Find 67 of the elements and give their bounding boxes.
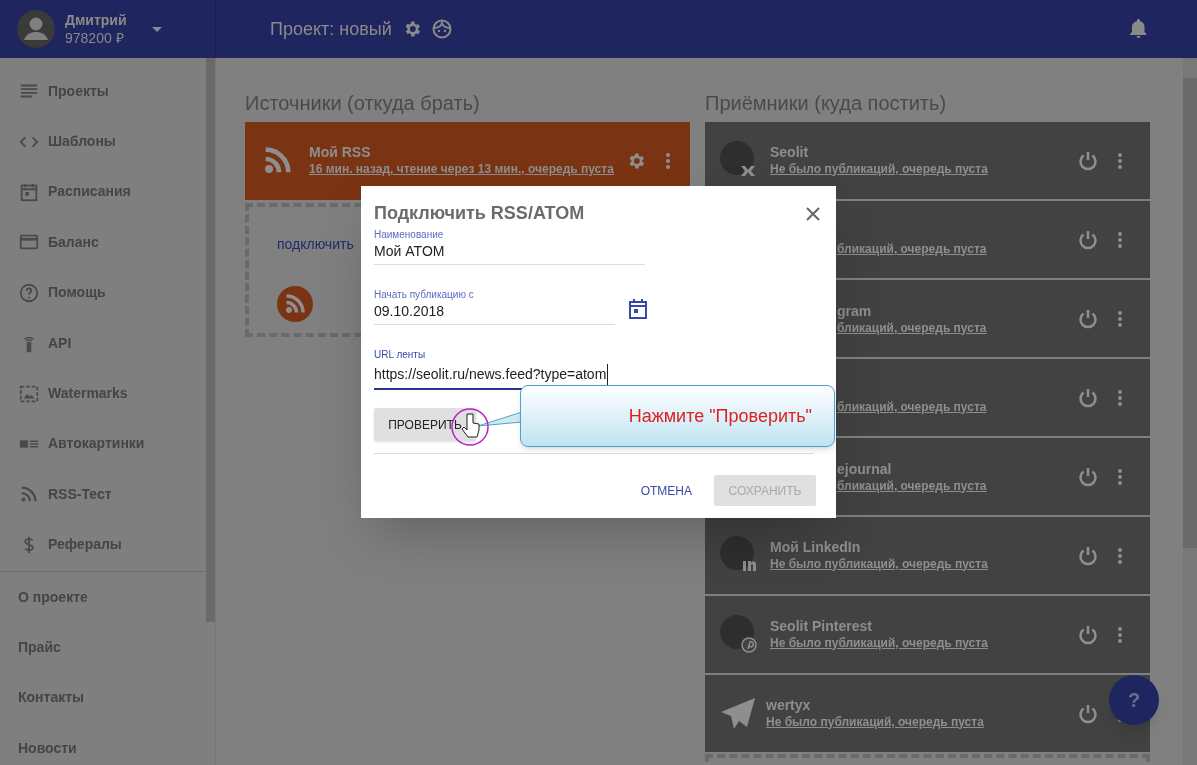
- sidebar-link[interactable]: Контакты: [0, 672, 205, 724]
- more-icon[interactable]: [1118, 152, 1122, 169]
- input-field[interactable]: Наименование Мой ATOM: [374, 229, 645, 265]
- receiver-status-link[interactable]: Не было публикаций, очередь пуста: [770, 555, 988, 573]
- source-title: Мой RSS: [309, 144, 372, 161]
- dialog-title: Подключить RSS/ATOM: [374, 202, 585, 225]
- receiver-status-link[interactable]: бликаций, очередь пуста: [837, 240, 987, 258]
- receiver-name: Seolit: [770, 143, 810, 161]
- scrollbar-thumb[interactable]: [206, 58, 215, 622]
- receiver-status-link[interactable]: Не было публикаций, очередь пуста: [770, 160, 988, 178]
- project-title: Проект: новый: [270, 17, 392, 41]
- sidebar-item[interactable]: Помощь: [0, 267, 205, 318]
- more-icon[interactable]: [666, 153, 670, 169]
- power-icon[interactable]: [1078, 466, 1098, 487]
- user-name: Дмитрий: [65, 11, 127, 29]
- sidebar-item[interactable]: Шаблоны: [0, 116, 205, 167]
- user-balance: 978200 ₽: [65, 29, 125, 47]
- sidebar-item[interactable]: Баланс: [0, 217, 205, 268]
- receiver-status-link[interactable]: бликаций, очередь пуста: [837, 477, 987, 495]
- receiver-card[interactable]: Seolit Не было публикаций, очередь пуста: [705, 122, 1150, 199]
- face-icon[interactable]: [431, 19, 452, 39]
- receiver-name: gram: [837, 302, 873, 320]
- help-icon: [18, 281, 40, 304]
- input-field[interactable]: Начать публикацию с 09.10.2018: [374, 289, 615, 325]
- sidebar-item[interactable]: Автокартинки: [0, 418, 205, 470]
- receiver-status-link[interactable]: бликаций, очередь пуста: [837, 319, 987, 337]
- power-icon[interactable]: [1078, 624, 1098, 645]
- sidebar-item[interactable]: RSS-Тест: [0, 469, 205, 520]
- more-icon[interactable]: [1118, 468, 1122, 485]
- receiver-name: Мой LinkedIn: [770, 538, 862, 556]
- sidebar-item[interactable]: Расписания: [0, 166, 205, 218]
- power-icon[interactable]: [1078, 308, 1098, 329]
- receiver-name: ejournal: [837, 460, 893, 478]
- receiver-status-link[interactable]: Не было публикаций, очередь пуста: [766, 713, 984, 731]
- sidebar-link[interactable]: Прайс: [0, 622, 205, 673]
- power-icon[interactable]: [1078, 229, 1098, 250]
- receiver-status-link[interactable]: Не было публикаций, очередь пуста: [770, 634, 988, 652]
- receiver-name: Seolit Pinterest: [770, 617, 873, 635]
- sidebar-item[interactable]: Рефералы: [0, 519, 205, 570]
- receiver-card[interactable]: Seolit Pinterest Не было публикаций, очередь пуста: [705, 596, 1150, 673]
- connect-link[interactable]: подключить: [277, 236, 354, 252]
- receiver-card[interactable]: Мой LinkedIn Не было публикаций, очередь пуста: [705, 517, 1150, 594]
- more-icon[interactable]: [1118, 389, 1122, 406]
- power-icon[interactable]: [1078, 150, 1098, 171]
- source-status-link[interactable]: 16 мин. назад, чтение через 13 мин., очередь пуста: [309, 161, 626, 178]
- close-icon[interactable]: [806, 206, 820, 221]
- more-icon[interactable]: [1118, 310, 1122, 327]
- receiver-status-link[interactable]: бликаций, очередь пуста: [837, 398, 987, 416]
- sidebar-link[interactable]: О проекте: [0, 571, 205, 623]
- calendar-icon[interactable]: [629, 299, 647, 319]
- cancel-button[interactable]: ОТМЕНА: [638, 481, 694, 500]
- more-icon[interactable]: [1118, 626, 1122, 643]
- receiver-name: wertyx: [766, 696, 812, 714]
- sidebar-item[interactable]: API: [0, 317, 205, 369]
- power-icon[interactable]: [1078, 387, 1098, 408]
- bell-icon[interactable]: [1130, 19, 1147, 39]
- power-icon[interactable]: [1078, 545, 1098, 566]
- avatar-icon[interactable]: [17, 10, 55, 48]
- more-icon[interactable]: [1118, 547, 1122, 564]
- callout-tooltip: Нажмите "Проверить": [520, 385, 835, 447]
- power-icon[interactable]: [1078, 703, 1098, 724]
- sidebar-item[interactable]: Watermarks: [0, 368, 205, 419]
- sidebar-link[interactable]: Новости: [0, 723, 205, 765]
- caret-icon[interactable]: [151, 26, 162, 32]
- sidebar-item[interactable]: Проекты: [0, 66, 205, 117]
- more-icon[interactable]: [1118, 231, 1122, 248]
- rss-icon: [277, 286, 313, 322]
